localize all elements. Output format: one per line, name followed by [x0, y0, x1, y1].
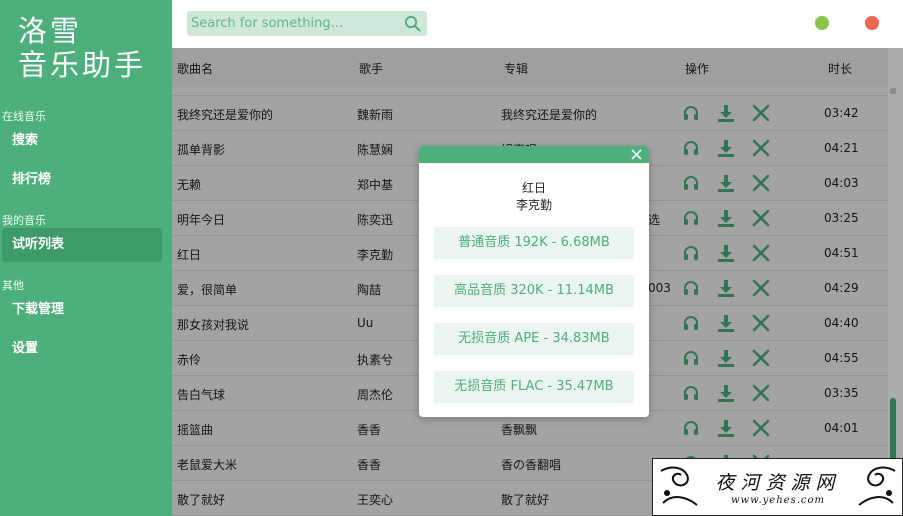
quality-flac-button[interactable]: 无损音质 FLAC - 35.47MB	[434, 371, 634, 403]
section-label-online: 在线音乐	[2, 110, 46, 123]
logo-line-2: 音乐助手	[18, 48, 147, 82]
sidebar: 洛雪 音乐助手 在线音乐 搜索 排行榜 我的音乐 试听列表 其他 下载管理 设置	[0, 0, 172, 516]
watermark-url: www.yehes.com	[730, 495, 825, 506]
app-window: 洛雪 音乐助手 在线音乐 搜索 排行榜 我的音乐 试听列表 其他 下载管理 设置…	[0, 0, 903, 516]
ornament-left-icon	[660, 466, 698, 506]
header	[172, 0, 895, 48]
quality-select-dialog: 红日 李克勤 普通音质 192K - 6.68MB 高品音质 320K - 11…	[419, 146, 649, 417]
close-icon[interactable]	[630, 148, 643, 161]
quality-ape-button[interactable]: 无损音质 APE - 34.83MB	[434, 323, 634, 355]
watermark-title: 夜河资源网	[715, 472, 841, 494]
ornament-right-icon	[858, 466, 896, 506]
section-label-other: 其他	[2, 279, 24, 292]
dialog-title-bar	[419, 146, 649, 163]
sidebar-item-downloads[interactable]: 下载管理	[2, 293, 162, 327]
watermark: 夜河资源网 www.yehes.com	[652, 458, 903, 516]
sidebar-item-search[interactable]: 搜索	[2, 124, 162, 158]
sidebar-item-settings[interactable]: 设置	[2, 332, 162, 366]
quality-320k-button[interactable]: 高品音质 320K - 11.14MB	[434, 275, 634, 307]
dialog-song-artist: 李克勤	[515, 198, 552, 212]
logo-line-1: 洛雪	[18, 14, 83, 48]
app-logo: 洛雪 音乐助手	[18, 14, 168, 82]
minimize-button[interactable]	[815, 16, 829, 30]
quality-192k-button[interactable]: 普通音质 192K - 6.68MB	[434, 227, 634, 259]
section-label-my-music: 我的音乐	[2, 214, 46, 227]
search-input[interactable]	[191, 11, 396, 36]
dialog-song-title: 红日	[521, 181, 546, 195]
search-box	[187, 11, 427, 36]
sidebar-item-charts[interactable]: 排行榜	[2, 163, 162, 197]
close-window-button[interactable]	[865, 16, 879, 30]
search-icon[interactable]	[404, 15, 421, 32]
sidebar-item-play-list[interactable]: 试听列表	[2, 228, 162, 262]
